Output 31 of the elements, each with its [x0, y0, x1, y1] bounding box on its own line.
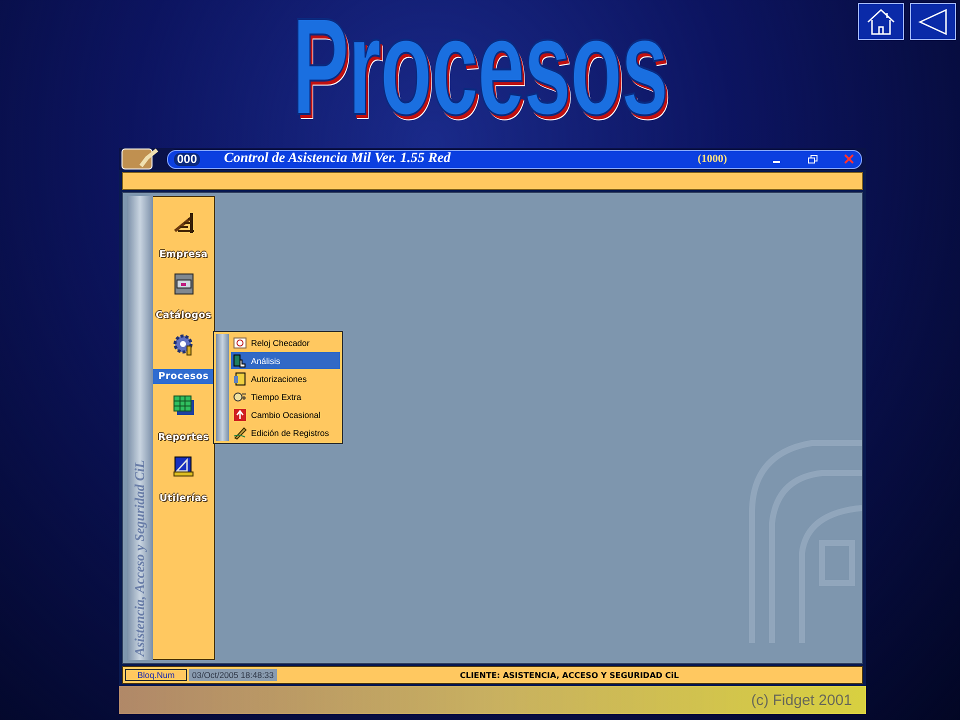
pen-icon — [233, 426, 247, 440]
sidebar-caption: Asistencia, Acceso y Seguridad CiL — [132, 460, 148, 656]
close-icon — [844, 154, 854, 164]
ruler-icon — [172, 455, 196, 479]
menu-item[interactable]: Tiempo Extra — [231, 388, 340, 405]
menu-item[interactable]: Autorizaciones — [231, 370, 340, 387]
client-name: CLIENTE: ASISTENCIA, ACCESO Y SEGURIDAD CiL — [458, 670, 680, 680]
sidebar-item[interactable]: Procesos — [153, 333, 214, 384]
doc-icon — [233, 372, 247, 386]
left-triangle-icon — [917, 6, 949, 36]
app-logo-icon — [121, 148, 161, 170]
menu-item[interactable]: Cambio Ocasional — [231, 406, 340, 423]
menu-item[interactable]: Análisis — [231, 352, 340, 369]
copyright-text: (c) Fidget 2001 — [751, 692, 852, 708]
keyboard-status: Bloq.Num — [125, 669, 187, 681]
gear-icon — [172, 333, 196, 357]
menu-item[interactable]: Reloj Checador — [231, 334, 340, 351]
restore-icon — [808, 154, 818, 164]
cabinet-icon — [172, 272, 196, 296]
home-button[interactable] — [858, 3, 904, 40]
slide-title: Procesos — [292, 0, 668, 134]
app-badge: 000 — [174, 152, 200, 166]
window-code: (1000) — [698, 153, 727, 165]
sheets-icon — [172, 394, 196, 418]
stairs-icon — [172, 211, 196, 235]
date-time: 03/Oct/2005 18:48:33 — [189, 669, 277, 681]
back-button[interactable] — [910, 3, 956, 40]
window-title: Control de Asistencia Mil Ver. 1.55 Red — [224, 151, 452, 167]
restore-button[interactable] — [807, 153, 819, 165]
menu-item[interactable]: Edición de Registros — [231, 424, 340, 441]
home-icon — [865, 6, 897, 36]
